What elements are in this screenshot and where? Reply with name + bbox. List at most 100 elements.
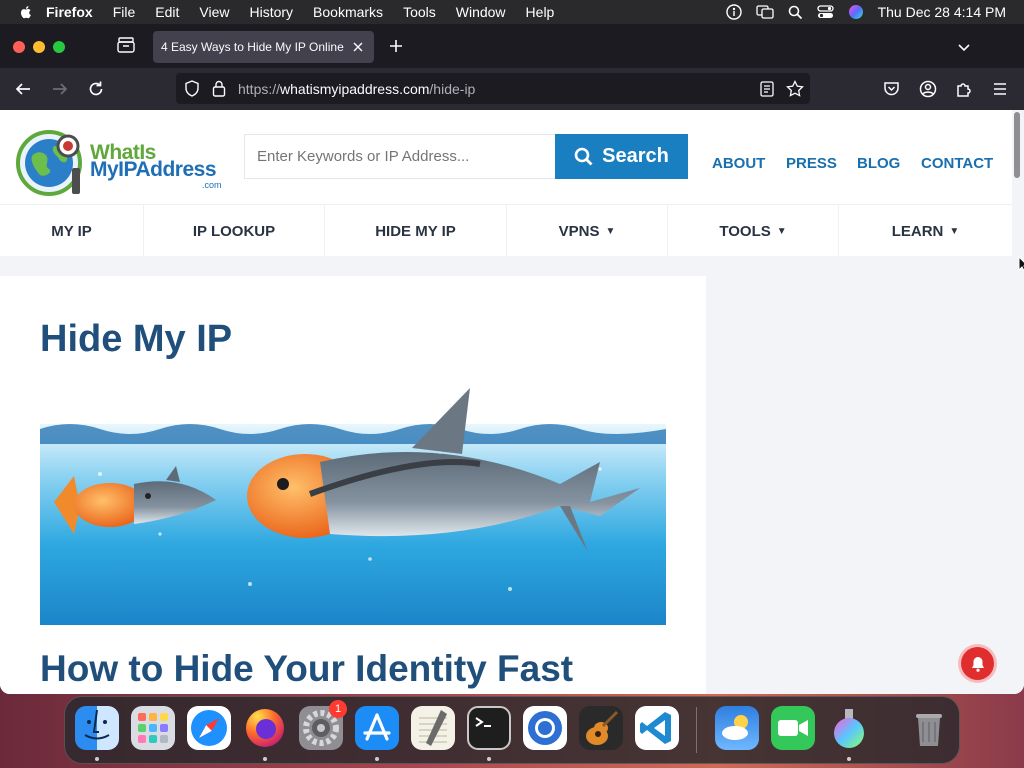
nav-label: TOOLS [719,222,771,240]
list-all-tabs-icon[interactable] [956,39,972,55]
section-heading: How to Hide Your Identity Fast [40,648,574,689]
dock-terminal-icon[interactable] [467,706,511,750]
screen-mirroring-icon[interactable] [755,5,774,19]
mouse-cursor-icon [1018,256,1024,272]
control-center-icon[interactable] [816,5,834,19]
siri-icon[interactable] [848,4,864,20]
nav-label: MY IP [51,222,92,240]
link-contact[interactable]: CONTACT [921,155,993,172]
reader-view-icon[interactable] [760,81,774,97]
dock-chromium-icon[interactable] [523,706,567,750]
flask-icon [834,709,864,748]
dock-textedit-icon[interactable] [411,706,455,750]
page-title: Hide My IP [40,318,233,360]
cloud-sun-icon [722,715,748,740]
link-blog[interactable]: BLOG [857,155,900,172]
apple-icon[interactable] [18,4,34,20]
running-indicator [487,757,491,761]
reload-icon[interactable] [87,80,105,98]
running-indicator [847,757,851,761]
pocket-icon[interactable] [883,80,900,97]
logo-word-myip: MyIP [90,158,136,181]
dock-firefox-icon[interactable] [243,706,287,750]
address-bar[interactable]: https://whatismyipaddress.com/hide-ip [176,73,810,104]
globe-magnifier-logo-icon [16,130,82,196]
account-icon[interactable] [919,80,937,98]
lock-icon[interactable] [212,80,226,97]
dock-launchpad-icon[interactable] [131,706,175,750]
site-header: WhatIs MyIPAddress .com Search ABOUT PRE… [0,110,1012,204]
url-text[interactable]: https://whatismyipaddress.com/hide-ip [238,81,475,97]
running-indicator [375,757,379,761]
dock: 1 [64,696,960,764]
nav-toolbar: https://whatismyipaddress.com/hide-ip [0,68,1024,110]
url-host: whatismyipaddress.com [280,81,430,97]
page-scrollbar[interactable] [1012,110,1022,694]
menu-tools[interactable]: Tools [403,4,436,20]
firefox-window: 4 Easy Ways to Hide My IP Online https:/… [0,24,1024,694]
menu-window[interactable]: Window [456,4,506,20]
dock-vscode-icon[interactable] [635,706,679,750]
hero-image-fish-in-shark-disguise [40,384,666,625]
menu-view[interactable]: View [199,4,229,20]
main-nav: MY IP IP LOOKUP HIDE MY IP VPNS ▼ TOOLS ▼ … [0,204,1012,257]
firefox-view-icon[interactable] [116,36,136,54]
nav-vpns[interactable]: VPNS ▼ [507,205,668,257]
forward-arrow-icon[interactable] [51,80,69,98]
caret-down-icon: ▼ [605,225,616,237]
dock-garageband-icon[interactable] [579,706,623,750]
bookmark-star-icon[interactable] [786,80,804,97]
hamburger-menu-icon[interactable] [991,80,1009,98]
dock-disk-utility-icon[interactable] [827,706,871,750]
safari-compass-icon [191,710,227,746]
running-indicator [95,757,99,761]
extensions-puzzle-icon[interactable] [955,80,973,98]
link-press[interactable]: PRESS [786,155,837,172]
logo-word-address: Address [135,158,216,181]
firefox-logo-icon [246,709,284,747]
nav-my-ip[interactable]: MY IP [0,205,144,257]
nav-learn[interactable]: LEARN ▼ [839,205,1012,257]
url-path: /hide-ip [429,81,476,97]
chromium-logo-icon [528,711,562,745]
accessibility-icon[interactable] [725,4,742,20]
dock-trash-icon[interactable] [907,706,951,750]
site-search-input[interactable] [244,134,556,179]
menu-edit[interactable]: Edit [155,4,179,20]
menu-file[interactable]: File [113,4,136,20]
tracking-protection-shield-icon[interactable] [184,80,200,97]
minimize-window-button[interactable] [33,41,45,53]
spotlight-search-icon[interactable] [788,5,803,20]
link-about[interactable]: ABOUT [712,155,765,172]
menubar-clock[interactable]: Thu Dec 28 4:14 PM [878,4,1006,20]
notification-bell-button[interactable] [961,647,994,680]
menu-bookmarks[interactable]: Bookmarks [313,4,383,20]
menu-help[interactable]: Help [526,4,555,20]
vscode-logo-icon [640,712,671,744]
nav-label: IP LOOKUP [192,222,276,240]
nav-ip-lookup[interactable]: IP LOOKUP [144,205,325,257]
back-arrow-icon[interactable] [14,80,32,98]
video-camera-icon [778,720,808,736]
new-tab-icon[interactable] [388,38,404,54]
site-logo[interactable]: WhatIs MyIPAddress .com [16,128,222,203]
site-search-button[interactable]: Search [555,134,688,179]
nav-label: VPNS [558,222,600,240]
caret-down-icon: ▼ [949,225,960,237]
close-tab-icon[interactable] [350,39,366,55]
zoom-window-button[interactable] [53,41,65,53]
active-tab[interactable]: 4 Easy Ways to Hide My IP Online [153,31,374,63]
dock-app-store-icon[interactable] [355,706,399,750]
dock-weather-icon[interactable] [715,706,759,750]
pencil-paper-icon [419,710,447,746]
nav-hide-my-ip[interactable]: HIDE MY IP [325,205,507,257]
scrollbar-thumb[interactable] [1014,112,1020,178]
nav-tools[interactable]: TOOLS ▼ [668,205,839,257]
menu-app-name[interactable]: Firefox [46,4,93,20]
close-window-button[interactable] [13,41,25,53]
menu-history[interactable]: History [249,4,293,20]
dock-safari-icon[interactable] [187,706,231,750]
logo-text-line2: MyIPAddress [90,158,216,182]
dock-facetime-icon[interactable] [771,706,815,750]
dock-finder-icon[interactable] [75,706,119,750]
